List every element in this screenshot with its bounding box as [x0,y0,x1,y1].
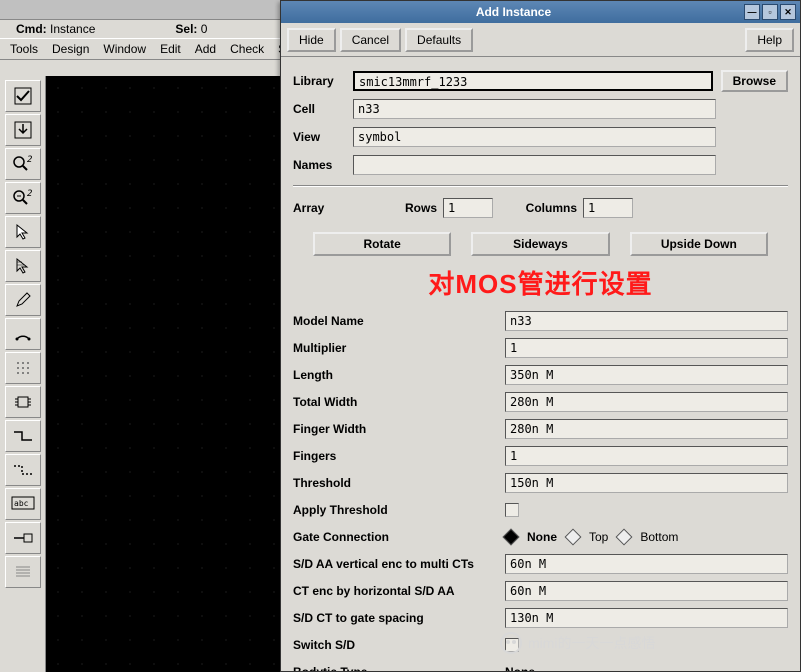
pin-icon[interactable] [5,522,41,554]
upside-down-button[interactable]: Upside Down [630,232,768,256]
length-label: Length [293,368,505,382]
sd-aa-vert-input[interactable]: 60n M [505,554,788,574]
step-down-icon[interactable] [5,420,41,452]
fingers-label: Fingers [293,449,505,463]
model-name-value: n33 [505,311,788,331]
ct-enc-label: CT enc by horizontal S/D AA [293,584,505,598]
total-width-label: Total Width [293,395,505,409]
menu-check[interactable]: Check [224,40,270,58]
form-lines-icon[interactable] [5,556,41,588]
gate-conn-bottom-radio[interactable] [616,528,633,545]
gate-conn-top-radio[interactable] [565,528,582,545]
svg-text:2: 2 [27,155,32,165]
finger-width-input[interactable]: 280n M [505,419,788,439]
check-icon[interactable] [5,80,41,112]
gate-connection-label: Gate Connection [293,530,505,544]
multiplier-input[interactable]: 1 [505,338,788,358]
cell-input[interactable]: n33 [353,99,716,119]
model-name-label: Model Name [293,314,505,328]
close-icon[interactable]: ✕ [780,4,796,20]
names-label: Names [293,158,353,172]
ct-enc-input[interactable]: 60n M [505,581,788,601]
svg-text:2: 2 [27,189,32,199]
fingers-input[interactable]: 1 [505,446,788,466]
svg-text:abc: abc [14,499,29,508]
cell-label: Cell [293,102,353,116]
hatch-pointer-icon[interactable] [5,250,41,282]
columns-input[interactable]: 1 [583,198,633,218]
minimize-icon[interactable]: — [744,4,760,20]
defaults-button[interactable]: Defaults [405,28,473,52]
menu-design[interactable]: Design [46,40,95,58]
sideways-button[interactable]: Sideways [471,232,609,256]
switch-sd-checkbox[interactable] [505,638,519,652]
pencil-icon[interactable] [5,284,41,316]
library-label: Library [293,74,353,88]
multiplier-label: Multiplier [293,341,505,355]
columns-label: Columns [523,201,583,215]
dialog-body: Library smic13mmrf_1233 Browse Cell n33 … [281,57,800,671]
gate-conn-bottom-label: Bottom [640,530,678,544]
arc-icon[interactable] [5,318,41,350]
download-icon[interactable] [5,114,41,146]
menu-window[interactable]: Window [97,40,152,58]
gate-conn-none-radio[interactable] [503,528,520,545]
threshold-label: Threshold [293,476,505,490]
maximize-icon[interactable]: ▫ [762,4,778,20]
status-cmd: Instance [50,22,95,36]
chip-icon[interactable] [5,386,41,418]
gate-conn-top-label: Top [589,530,608,544]
left-toolbar: 2 2 abc [0,76,46,672]
switch-sd-label: Switch S/D [293,638,505,652]
menu-add[interactable]: Add [189,40,222,58]
sd-aa-vert-label: S/D AA vertical enc to multi CTs [293,557,505,571]
status-sel: 0 [201,22,208,36]
add-instance-dialog: Add Instance — ▫ ✕ Hide Cancel Defaults … [280,0,801,672]
step-dotted-icon[interactable] [5,454,41,486]
apply-threshold-label: Apply Threshold [293,503,505,517]
abc-box-icon[interactable]: abc [5,488,41,520]
help-button[interactable]: Help [745,28,794,52]
bodytie-label: Bodytie Type [293,665,505,672]
browse-button[interactable]: Browse [721,70,788,92]
gate-conn-none-label: None [527,530,557,544]
array-label: Array [293,201,393,215]
menu-edit[interactable]: Edit [154,40,187,58]
zoom-out-icon[interactable]: 2 [5,182,41,214]
sd-ct-gate-input[interactable]: 130n M [505,608,788,628]
threshold-input[interactable]: 150n M [505,473,788,493]
hide-button[interactable]: Hide [287,28,336,52]
view-label: View [293,130,353,144]
zoom-in-icon[interactable]: 2 [5,148,41,180]
dialog-title: Add Instance [285,5,742,19]
pointer-icon[interactable] [5,216,41,248]
view-input[interactable]: symbol [353,127,716,147]
rotate-button[interactable]: Rotate [313,232,451,256]
gate-connection-radio-group: None Top Bottom [505,530,678,544]
cancel-button[interactable]: Cancel [340,28,401,52]
menu-tools[interactable]: Tools [4,40,44,58]
library-input[interactable]: smic13mmrf_1233 [353,71,713,91]
dots-grid-icon[interactable] [5,352,41,384]
length-input[interactable]: 350n M [505,365,788,385]
sd-ct-gate-label: S/D CT to gate spacing [293,611,505,625]
rows-input[interactable]: 1 [443,198,493,218]
bodytie-value[interactable]: None [505,665,788,672]
dialog-titlebar[interactable]: Add Instance — ▫ ✕ [281,1,800,23]
apply-threshold-checkbox[interactable] [505,503,519,517]
names-input[interactable] [353,155,716,175]
dialog-button-row: Hide Cancel Defaults Help [281,23,800,57]
annotation-text: 对MOS管进行设置 [293,260,788,307]
rows-label: Rows [393,201,443,215]
total-width-input[interactable]: 280n M [505,392,788,412]
finger-width-label: Finger Width [293,422,505,436]
